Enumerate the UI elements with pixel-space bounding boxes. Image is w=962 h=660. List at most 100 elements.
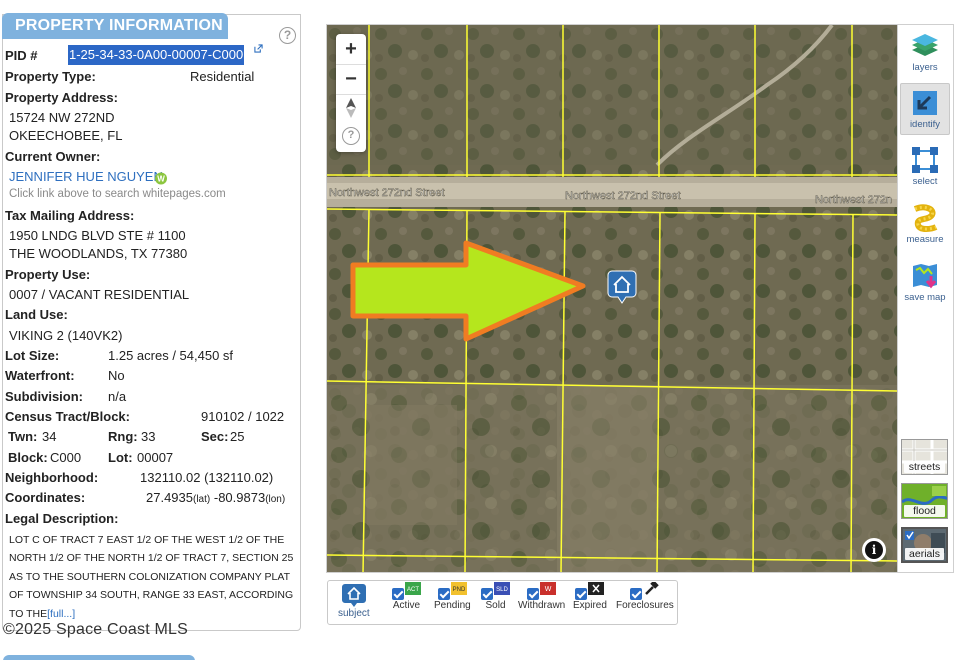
longitude-value: -80.9873 <box>213 490 266 505</box>
next-panel-tab[interactable] <box>3 655 195 660</box>
waterfront-label: Waterfront: <box>5 368 75 383</box>
identify-button[interactable]: identify <box>900 83 950 135</box>
census-label: Census Tract/Block: <box>5 409 130 424</box>
mailing-line1: 1950 LNDG BLVD STE # 1100 <box>9 228 186 243</box>
measure-label: measure <box>906 234 944 245</box>
pending-checkbox[interactable] <box>437 587 450 600</box>
whitepages-icon[interactable]: W <box>153 172 169 185</box>
expired-label: Expired <box>573 600 607 612</box>
legend-active[interactable]: ACT Active <box>392 582 421 612</box>
block-value: C000 <box>50 450 82 465</box>
legend-subject[interactable]: subject <box>338 583 370 619</box>
compass-north-icon[interactable] <box>345 97 357 119</box>
pid-label: PID # <box>5 48 38 63</box>
rng-label: Rng: <box>108 429 138 444</box>
legal-full-link[interactable]: [full...] <box>47 608 75 620</box>
mailing-label: Tax Mailing Address: <box>5 208 135 223</box>
legend-expired[interactable]: Expired <box>573 582 607 612</box>
property-use-label: Property Use: <box>5 267 91 282</box>
coordinates-label: Coordinates: <box>5 490 86 505</box>
property-type-label: Property Type: <box>5 69 96 84</box>
map-legend: subject ACT Active PND Pending SLD Sold … <box>327 580 678 625</box>
legend-withdrawn[interactable]: W Withdrawn <box>518 582 566 612</box>
foreclosure-gavel-icon <box>645 582 660 595</box>
svg-text:SLD: SLD <box>496 587 508 593</box>
latitude-value: 27.4935 <box>146 490 193 505</box>
block-label: Block: <box>8 450 48 465</box>
help-icon[interactable]: ? <box>279 27 296 44</box>
save-map-icon <box>913 264 937 289</box>
withdrawn-label: Withdrawn <box>518 600 566 612</box>
active-label: Active <box>392 600 421 612</box>
identify-icon <box>913 91 937 115</box>
subdivision-value: n/a <box>108 389 127 404</box>
twn-value: 34 <box>42 429 57 444</box>
svg-text:W: W <box>545 586 552 593</box>
coordinates-value: 27.4935(lat) -80.9873(lon) <box>146 490 285 508</box>
svg-text:PND: PND <box>453 587 466 593</box>
legal-description: LOT C OF TRACT 7 EAST 1/2 OF THE WEST 1/… <box>9 531 295 623</box>
map-help-icon[interactable]: ? <box>342 127 360 145</box>
flood-layer-thumb[interactable]: flood <box>901 483 948 519</box>
layers-label: layers <box>912 62 938 73</box>
street-label-left: Northwest 272nd Street <box>329 187 445 199</box>
lot-size-value: 1.25 acres / 54,450 sf <box>108 348 234 363</box>
streets-layer-thumb[interactable]: streets <box>901 439 948 475</box>
subject-label: subject <box>338 608 370 619</box>
aerials-layer-thumb[interactable]: aerials <box>901 527 948 563</box>
save-map-button[interactable]: save map <box>900 257 950 309</box>
zoom-out-button[interactable]: − <box>336 64 366 94</box>
street-label-center: Northwest 272nd Street <box>565 190 681 202</box>
map-info-button[interactable]: i <box>862 538 886 562</box>
address-line1: 15724 NW 272ND <box>9 110 115 125</box>
save-map-label: save map <box>904 292 946 303</box>
street-label-right: Northwest 272n <box>815 194 892 206</box>
measure-icon <box>913 204 938 232</box>
select-button[interactable]: select <box>900 141 950 193</box>
aerial-map[interactable]: Northwest 272nd Street Northwest 272nd S… <box>326 24 898 573</box>
measure-button[interactable]: measure <box>900 199 950 251</box>
lot-value: 00007 <box>137 450 174 465</box>
lot-label: Lot: <box>108 450 133 465</box>
zoom-controls: + − ? <box>336 34 366 152</box>
flood-label: flood <box>904 505 945 517</box>
sold-checkbox[interactable] <box>481 587 493 600</box>
select-label: select <box>912 176 938 187</box>
aerials-label: aerials <box>905 548 944 560</box>
layers-button[interactable]: layers <box>900 27 950 79</box>
owner-link[interactable]: JENNIFER HUE NGUYEN <box>9 169 163 185</box>
census-value: 910102 / 1022 <box>201 409 285 424</box>
sec-label: Sec: <box>201 429 229 444</box>
owner-label: Current Owner: <box>5 149 101 164</box>
land-use-value: VIKING 2 (140VK2) <box>9 328 123 343</box>
streets-label: streets <box>904 461 945 473</box>
pid-value[interactable]: 1-25-34-33-0A00-00007-C000 <box>68 45 245 65</box>
subject-icon <box>341 584 366 607</box>
lot-size-label: Lot Size: <box>5 348 60 363</box>
subdivision-label: Subdivision: <box>5 389 83 404</box>
waterfront-value: No <box>108 368 125 383</box>
legend-pending[interactable]: PND Pending <box>434 582 471 612</box>
sold-label: Sold <box>485 600 506 612</box>
foreclosures-label: Foreclosures <box>616 600 674 612</box>
expired-badge-icon <box>588 582 605 596</box>
zoom-in-button[interactable]: + <box>336 34 366 64</box>
svg-text:W: W <box>157 175 165 184</box>
pending-label: Pending <box>434 600 471 612</box>
expired-checkbox[interactable] <box>575 587 588 600</box>
foreclosures-checkbox[interactable] <box>630 587 643 600</box>
map-toolbar: layers identify select measure save map … <box>898 24 954 573</box>
svg-text:ACT: ACT <box>407 587 419 593</box>
legend-foreclosures[interactable]: Foreclosures <box>616 582 674 612</box>
legend-sold[interactable]: SLD Sold <box>481 582 510 612</box>
zoom-divider <box>336 94 366 95</box>
address-line2: OKEECHOBEE, FL <box>9 128 123 143</box>
active-checkbox[interactable] <box>392 587 404 600</box>
map-canvas: Northwest 272nd Street Northwest 272nd S… <box>327 25 897 572</box>
external-link-icon[interactable] <box>254 44 263 53</box>
panel-title: PROPERTY INFORMATION <box>2 13 228 39</box>
sec-value: 25 <box>230 429 245 444</box>
owner-hint: Click link above to search whitepages.co… <box>9 188 226 200</box>
neighborhood-value: 132110.02 (132110.02) <box>140 470 274 485</box>
withdrawn-checkbox[interactable] <box>527 587 540 600</box>
